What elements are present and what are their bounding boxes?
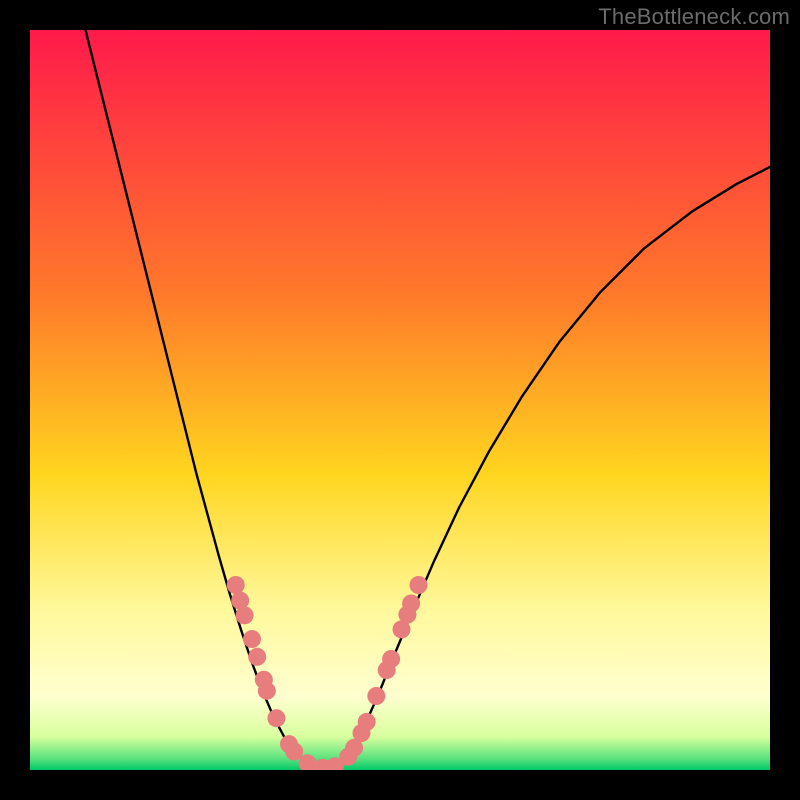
data-marker <box>227 576 245 594</box>
data-marker <box>358 713 376 731</box>
chart-svg <box>30 30 770 770</box>
data-marker <box>243 630 261 648</box>
watermark-label: TheBottleneck.com <box>598 4 790 30</box>
plot-area <box>30 30 770 770</box>
data-marker <box>367 687 385 705</box>
data-marker <box>410 576 428 594</box>
data-marker <box>382 650 400 668</box>
data-marker <box>248 648 266 666</box>
data-marker <box>236 606 254 624</box>
data-marker <box>258 682 276 700</box>
data-marker <box>402 595 420 613</box>
data-marker <box>267 709 285 727</box>
chart-frame: TheBottleneck.com <box>0 0 800 800</box>
